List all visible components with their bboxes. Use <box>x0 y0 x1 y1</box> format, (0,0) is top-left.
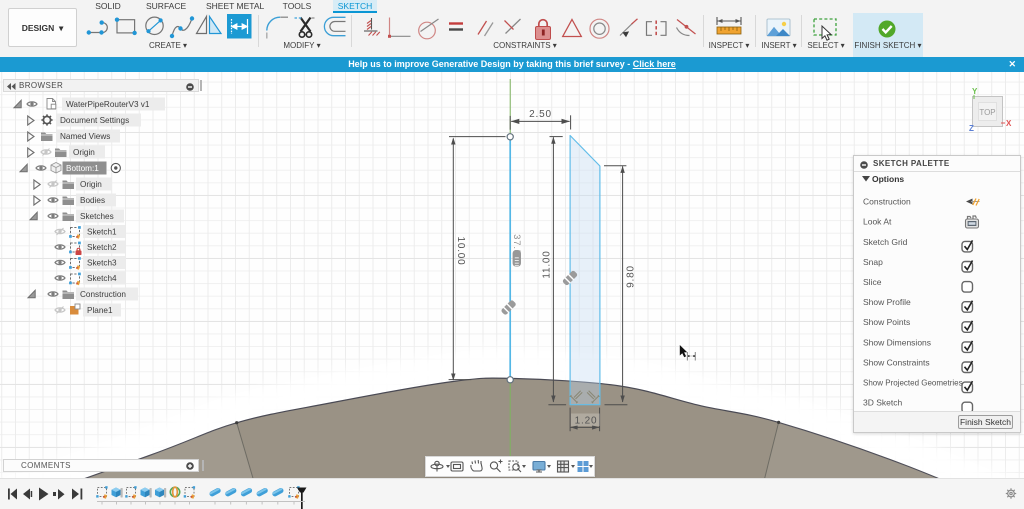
svg-text:WaterPipeRouterV3 v1: WaterPipeRouterV3 v1 <box>66 100 150 109</box>
svg-text:Origin: Origin <box>80 180 102 189</box>
svg-text:Bottom:1: Bottom:1 <box>66 164 99 173</box>
svg-text:9.80: 9.80 <box>626 265 637 288</box>
svg-text:Show Dimensions: Show Dimensions <box>863 337 931 347</box>
svg-text:2.50: 2.50 <box>529 109 552 120</box>
svg-text:Construction: Construction <box>80 290 126 299</box>
svg-text:Document Settings: Document Settings <box>60 116 129 125</box>
svg-text:Construction: Construction <box>863 197 911 207</box>
svg-text:Slice: Slice <box>863 277 882 287</box>
svg-text:Sketch Grid: Sketch Grid <box>863 237 908 247</box>
svg-text:10.00: 10.00 <box>455 236 466 265</box>
svg-text:Z: Z <box>969 124 974 133</box>
svg-text:Show Projected Geometries: Show Projected Geometries <box>863 379 963 388</box>
svg-text:Y: Y <box>972 87 978 96</box>
svg-text:Look At: Look At <box>863 217 892 227</box>
svg-text:Show Points: Show Points <box>863 317 910 327</box>
svg-text:Named Views: Named Views <box>60 132 110 141</box>
svg-text:Sketch2: Sketch2 <box>87 243 117 252</box>
svg-text:3D Sketch: 3D Sketch <box>863 398 902 408</box>
svg-text:Sketch4: Sketch4 <box>87 274 117 283</box>
svg-text:Snap: Snap <box>863 257 883 267</box>
svg-text:Sketch1: Sketch1 <box>87 228 117 237</box>
svg-text:Sketch3: Sketch3 <box>87 259 117 268</box>
svg-text:Origin: Origin <box>73 148 95 157</box>
svg-text:X: X <box>1006 119 1012 128</box>
svg-text:Bodies: Bodies <box>80 196 105 205</box>
svg-text:Plane1: Plane1 <box>87 306 113 315</box>
svg-text:1.20: 1.20 <box>575 416 598 427</box>
svg-text:11.00: 11.00 <box>542 250 553 278</box>
svg-text:Show Constraints: Show Constraints <box>863 357 930 367</box>
svg-text:Show Profile: Show Profile <box>863 297 911 307</box>
svg-text:Sketches: Sketches <box>80 212 114 221</box>
